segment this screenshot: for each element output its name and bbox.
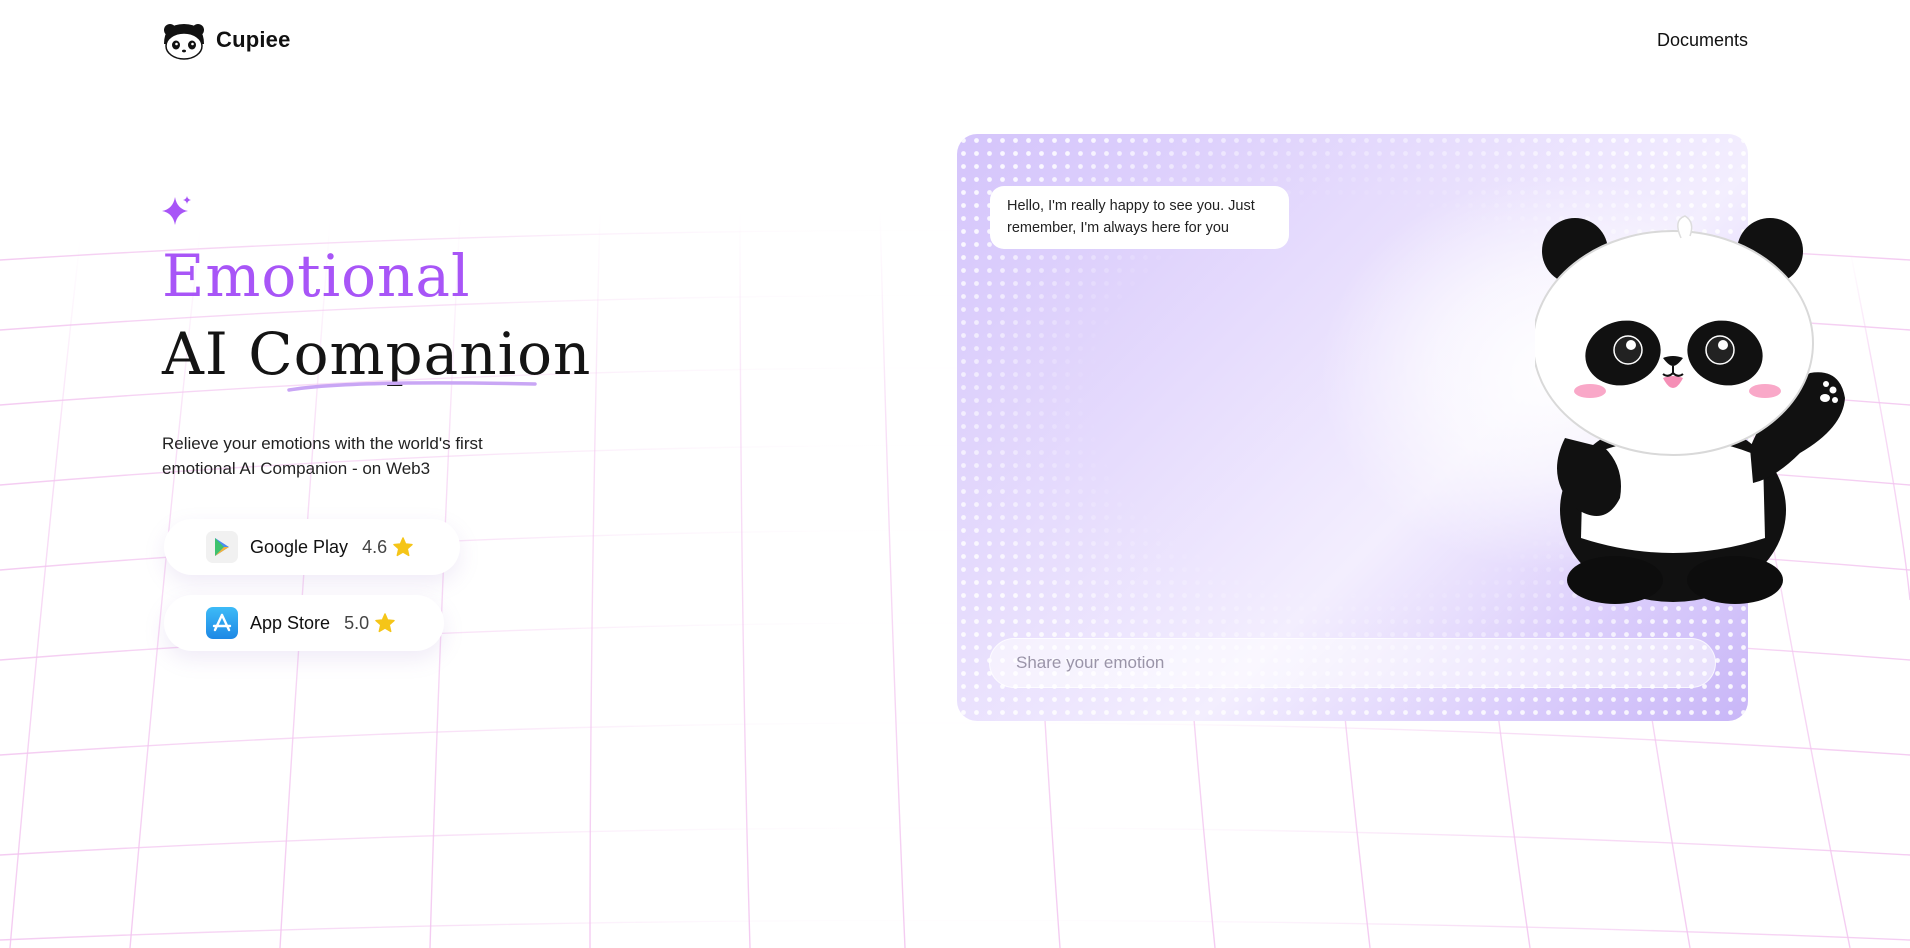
app-store-button[interactable]: App Store 5.0 xyxy=(164,595,444,651)
google-play-rating: 4.6 xyxy=(362,536,388,557)
sparkle-icon xyxy=(162,196,191,225)
google-play-icon xyxy=(206,531,238,563)
panda-mascot-image xyxy=(1535,215,1845,604)
hero-subtitle-line1: Relieve your emotions with the world's f… xyxy=(162,434,483,453)
hero-subtitle: Relieve your emotions with the world's f… xyxy=(162,431,542,481)
chat-greeting-bubble: Hello, I'm really happy to see you. Just… xyxy=(990,186,1289,249)
panda-logo-icon xyxy=(164,24,204,60)
hero-title-emotional: Emotional xyxy=(162,242,471,310)
star-icon xyxy=(393,537,413,557)
nav-documents-link[interactable]: Documents xyxy=(1657,30,1748,51)
hero-subtitle-line2: emotional AI Companion - on Web3 xyxy=(162,459,431,478)
title-underline xyxy=(287,381,537,392)
header: Cupiee Documents xyxy=(0,0,1910,84)
star-icon xyxy=(375,613,395,633)
google-play-button[interactable]: Google Play 4.6 xyxy=(164,519,460,575)
brand-logo[interactable]: Cupiee xyxy=(162,20,291,60)
app-store-icon xyxy=(206,607,238,639)
emotion-input[interactable]: Share your emotion xyxy=(989,638,1716,688)
brand-name: Cupiee xyxy=(216,27,291,52)
app-store-rating: 5.0 xyxy=(344,612,370,633)
app-store-label: App Store xyxy=(250,612,331,633)
google-play-label: Google Play xyxy=(250,536,349,557)
